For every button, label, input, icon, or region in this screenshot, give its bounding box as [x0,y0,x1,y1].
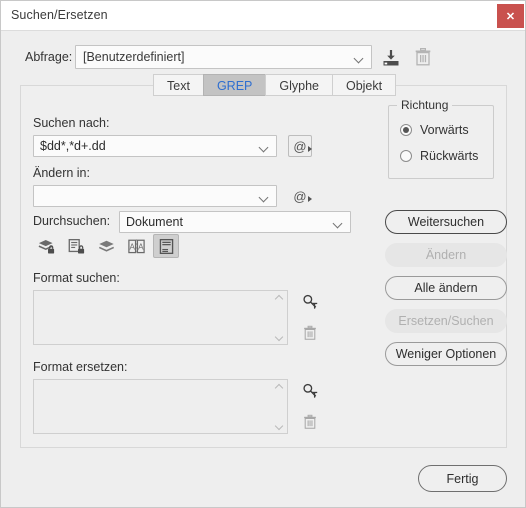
window-title: Suchen/Ersetzen [11,8,108,22]
direction-group: Richtung Vorwärts Rückwärts [388,98,494,179]
find-what-label: Suchen nach: [33,116,110,130]
format-change-label: Format ersetzen: [33,360,128,374]
query-label: Abfrage: [25,50,73,64]
radio-backward-label: Rückwärts [420,149,479,163]
delete-query-icon[interactable] [413,47,433,67]
radio-mark-icon [400,150,412,162]
find-special-characters-button[interactable]: @ [288,135,312,157]
format-change-box[interactable] [33,379,288,434]
search-scope-label: Durchsuchen: [33,214,111,228]
chevron-down-icon [260,144,268,149]
radio-forward-label: Vorwärts [420,123,469,137]
include-master-pages-icon[interactable]: A A [123,234,149,258]
radio-backward[interactable]: Rückwärts [400,149,478,163]
svg-text:A: A [138,242,144,251]
tab-grep[interactable]: GREP [202,74,266,96]
change-special-characters-button[interactable]: @ [288,185,312,207]
search-scope-select[interactable]: Dokument [119,211,351,233]
query-select[interactable]: [Benutzerdefiniert] [75,45,372,69]
search-scope-toggles: A A [33,234,179,258]
change-to-input[interactable] [33,185,277,207]
chevron-down-icon [334,220,342,225]
at-icon: @ [293,188,312,204]
close-button[interactable]: ✕ [497,4,524,28]
search-mode-tabs: Text GREP Glyphe Objekt [153,74,397,96]
include-hidden-layers-icon[interactable] [93,234,119,258]
include-footnotes-icon[interactable] [153,234,179,258]
options-panel: Suchen nach: $dd*,*d+.dd @ Ändern in: @ … [20,85,507,448]
find-what-input[interactable]: $dd*,*d+.dd [33,135,277,157]
title-bar: Suchen/Ersetzen ✕ [1,1,525,31]
radio-forward[interactable]: Vorwärts [400,123,469,137]
direction-group-title: Richtung [397,98,453,112]
query-value: [Benutzerdefiniert] [83,50,185,64]
find-what-value: $dd*,*d+.dd [40,139,106,153]
search-scope-value: Dokument [126,215,183,229]
format-find-clear-icon[interactable] [302,324,318,342]
scroll-down-arrow-icon[interactable] [275,423,284,429]
chevron-down-icon [355,55,363,60]
change-find-button[interactable]: Ersetzen/Suchen [385,309,507,333]
change-all-button[interactable]: Alle ändern [385,276,507,300]
find-next-button[interactable]: Weitersuchen [385,210,507,234]
done-button[interactable]: Fertig [418,465,507,492]
scroll-down-arrow-icon[interactable] [275,334,284,340]
svg-text:A: A [129,242,135,251]
radio-mark-icon [400,124,412,136]
change-to-label: Ändern in: [33,166,90,180]
tab-text[interactable]: Text [153,74,203,96]
scroll-up-arrow-icon[interactable] [275,384,284,390]
format-change-settings-icon[interactable] [301,382,319,400]
at-icon: @ [293,138,312,154]
include-locked-stories-icon[interactable] [63,234,89,258]
format-find-settings-icon[interactable] [301,293,319,311]
chevron-down-icon [260,194,268,199]
format-change-clear-icon[interactable] [302,413,318,431]
tab-glyphe[interactable]: Glyphe [265,74,332,96]
tab-objekt[interactable]: Objekt [331,74,397,96]
save-query-icon[interactable] [381,48,401,68]
query-row: Abfrage: [Benutzerdefiniert] [1,45,525,71]
format-find-box[interactable] [33,290,288,345]
find-change-dialog: Suchen/Ersetzen ✕ Abfrage: [Benutzerdefi… [0,0,526,508]
scroll-up-arrow-icon[interactable] [275,295,284,301]
include-locked-layers-icon[interactable] [33,234,59,258]
format-find-label: Format suchen: [33,271,120,285]
fewer-options-button[interactable]: Weniger Optionen [385,342,507,366]
change-button[interactable]: Ändern [385,243,507,267]
